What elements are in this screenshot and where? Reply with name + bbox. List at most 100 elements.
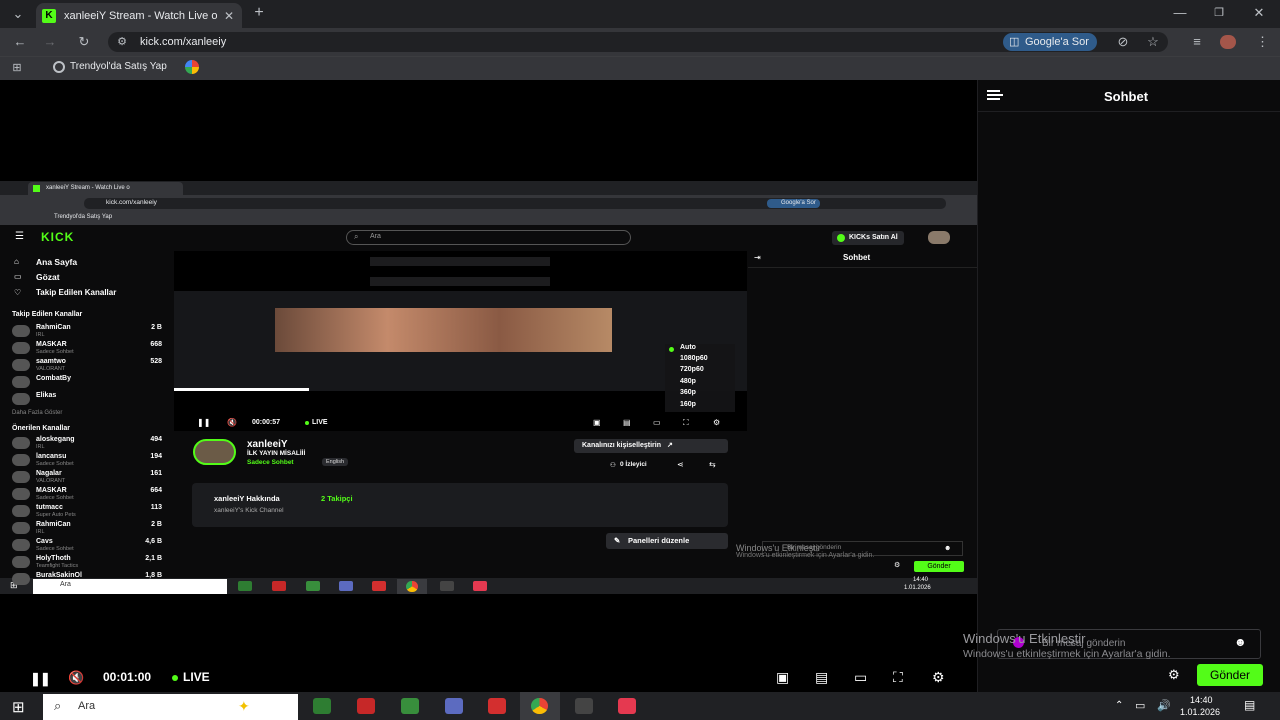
nested-emoji-icon: ☻	[944, 545, 952, 552]
profile-avatar[interactable]	[1220, 35, 1236, 49]
nested-search-placeholder: Ara	[370, 233, 381, 240]
nested-fullscreen-icon: ⛶	[683, 418, 689, 427]
send-button[interactable]: Gönder	[1197, 664, 1263, 686]
nested-channel-avatar	[12, 437, 30, 449]
tab-close-icon[interactable]: ✕	[222, 9, 236, 23]
nested-channel-viewers: 494	[150, 436, 162, 443]
app-icon[interactable]	[401, 698, 419, 714]
app-icon[interactable]	[575, 698, 593, 714]
site-info-icon[interactable]: ⚙	[115, 35, 129, 49]
settings-icon[interactable]: ⚙	[932, 669, 945, 686]
bookmark-star-icon[interactable]: ☆	[1145, 35, 1161, 49]
google-ask-button[interactable]: ◫ Google'a Sor	[1003, 33, 1097, 51]
nested-channel-name: MASKAR	[36, 487, 67, 494]
app-icon[interactable]	[618, 698, 636, 714]
app-icon[interactable]	[488, 698, 506, 714]
pip-icon[interactable]: ▣	[776, 669, 789, 686]
nested-channel-category: Sadece Sohbet	[36, 349, 74, 355]
taskbar-search-text: Ara	[78, 700, 96, 712]
nested-app-icon	[372, 581, 386, 591]
chat-collapse-icon[interactable]	[987, 88, 1003, 102]
nested-bookmark-trendyol: Trendyol'da Satış Yap	[54, 214, 113, 220]
tab-search-icon[interactable]: ⌄	[10, 7, 26, 21]
volume-icon[interactable]: 🔊	[1157, 699, 1171, 712]
nested-channel-name: aloskegang	[36, 436, 75, 443]
nested-channel-name: BurakSakinOl	[36, 572, 82, 579]
app-icon[interactable]	[445, 698, 463, 714]
google-lens-icon: ◫	[1009, 36, 1020, 48]
nested-channel-avatar	[12, 454, 30, 466]
media-control-icon[interactable]: ≡	[1189, 35, 1205, 49]
nested-taskbar-search-text: Ara	[60, 581, 71, 588]
nested-channel-category: Super Auto Pets	[36, 512, 76, 518]
nested-recommended-title: Önerilen Kanallar	[12, 425, 70, 432]
nested-channel-avatar	[12, 573, 30, 585]
browser-tab[interactable]: K xanleeiY Stream - Watch Live o ✕	[36, 3, 242, 28]
app-icon[interactable]	[313, 698, 331, 714]
minimize-icon[interactable]: —	[1172, 6, 1188, 20]
chat-panel	[977, 80, 1280, 692]
nested-game-scene	[275, 308, 612, 352]
tray-chevron-icon[interactable]: ⌃	[1115, 700, 1123, 711]
nested-channel-avatar	[12, 488, 30, 500]
nested-channel-category: IRL	[36, 444, 45, 450]
search-highlight-icon: ✦	[238, 698, 250, 714]
nested-channel-avatar	[12, 522, 30, 534]
notification-icon[interactable]: ▤	[1244, 698, 1255, 712]
taskbar-time[interactable]: 14:40	[1190, 695, 1213, 705]
eye-off-icon[interactable]: ⊘	[1115, 35, 1131, 49]
nested-nav-home: Ana Sayfa	[36, 257, 78, 267]
nested-app-icon	[339, 581, 353, 591]
nested-url: kick.com/xanleeiy	[106, 199, 157, 206]
nested-pencil-icon: ✎	[614, 536, 621, 545]
theater-mode-icon[interactable]: ▭	[854, 669, 867, 686]
nested-theater-icon: ▭	[653, 418, 661, 427]
apps-grid-icon[interactable]: ⊞	[10, 61, 24, 75]
mute-icon[interactable]: 🔇	[68, 670, 84, 686]
google-bookmark-icon[interactable]	[185, 60, 199, 74]
emoji-icon[interactable]: ☻	[1234, 635, 1247, 649]
nested-channel-name: saamtwo	[36, 358, 66, 365]
nested-channel-name: RahmiCan	[36, 521, 71, 528]
nested-time: 00:00:57	[252, 419, 281, 426]
nested-channel-category: Sadece Sohbet	[36, 495, 74, 501]
fullscreen-icon[interactable]: ⛶	[893, 669, 903, 686]
app-icon[interactable]	[357, 698, 375, 714]
nested-channel-name: HolyThoth	[36, 555, 71, 562]
windows-activation-subtitle: Windows'u etkinleştirmek için Ayarlar'a …	[963, 648, 1171, 660]
nested-followers: 2 Takipçi	[321, 494, 353, 503]
nested-quality-option: 480p	[680, 378, 696, 385]
nested-share-icon: ⋖	[677, 460, 684, 469]
nested-collapse-icon: ⇆	[709, 460, 716, 469]
nested-channel-avatar	[12, 556, 30, 568]
nested-quality-option: 360p	[680, 389, 696, 396]
nested-chrome-icon	[406, 581, 418, 592]
nested-followed-title: Takip Edilen Kanallar	[12, 311, 83, 318]
network-icon[interactable]: ▭	[1135, 699, 1145, 712]
nested-settings-icon: ⚙	[713, 418, 721, 427]
clip-icon[interactable]: ▤	[815, 669, 828, 686]
nested-pip-icon: ▣	[593, 418, 601, 427]
live-indicator: LIVE	[172, 670, 210, 684]
chat-settings-icon[interactable]: ⚙	[1168, 667, 1180, 683]
forward-icon[interactable]: →	[42, 35, 58, 49]
nested-channel-avatar	[12, 342, 30, 354]
nested-google-ask: Google'a Sor	[767, 199, 820, 208]
browser-menu-icon[interactable]: ⋮	[1256, 35, 1269, 49]
nested-language-tag: English	[322, 458, 349, 466]
nested-app-icon	[272, 581, 286, 591]
nested-nav-following: Takip Edilen Kanallar	[36, 288, 117, 297]
bookmark-trendyol[interactable]: Trendyol'da Satış Yap	[70, 61, 167, 72]
nested-quality-selected-icon	[669, 347, 674, 352]
back-icon[interactable]: ←	[12, 35, 28, 49]
nested-chat-settings-icon: ⚙	[894, 562, 901, 569]
nested-channel-viewers: 2 B	[151, 324, 162, 331]
reload-icon[interactable]: ↻	[76, 35, 92, 49]
windows-start-icon[interactable]: ⊞	[12, 698, 25, 716]
maximize-icon[interactable]: ❐	[1211, 6, 1227, 20]
url-text[interactable]: kick.com/xanleeiy	[140, 36, 226, 48]
taskbar-date[interactable]: 1.01.2026	[1180, 707, 1220, 717]
close-window-icon[interactable]: ✕	[1251, 6, 1267, 20]
new-tab-icon[interactable]: +	[252, 5, 266, 21]
pause-icon[interactable]: ❚❚	[30, 671, 51, 687]
